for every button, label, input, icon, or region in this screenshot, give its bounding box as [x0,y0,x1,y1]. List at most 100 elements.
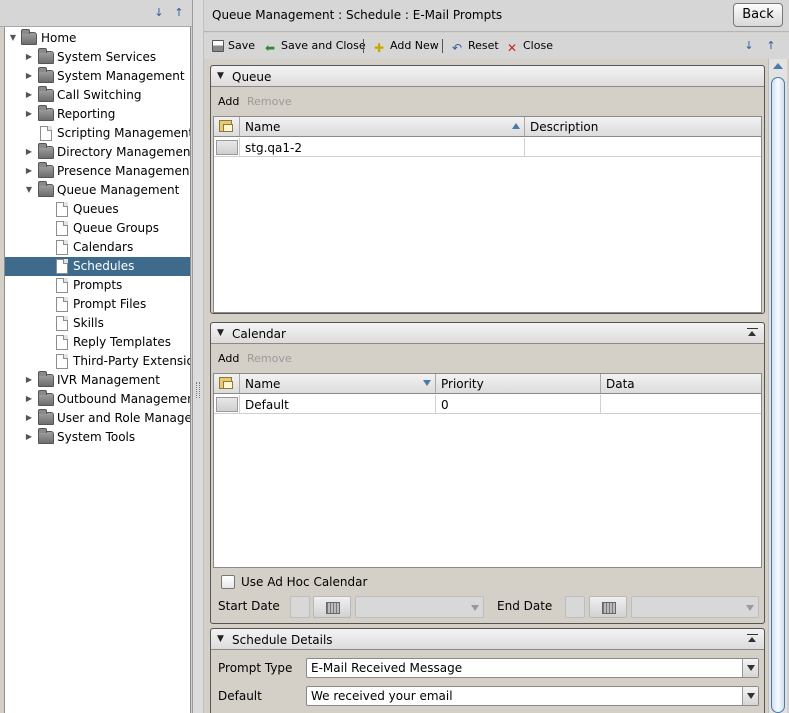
save-and-close-label: Save and Close [281,39,366,52]
calendar-data-cell[interactable] [601,395,761,414]
collapse-all-icon[interactable]: ↑ [172,6,186,20]
row-handle[interactable] [216,397,238,412]
column-header-description[interactable]: Description [525,117,761,136]
row-selector[interactable] [214,138,240,157]
tree-item-label: Reply Templates [73,335,172,349]
scrollbar-thumb[interactable] [771,77,785,713]
table-row[interactable]: stg.qa1-2 [214,138,761,157]
tree-item-user-and-role-management[interactable]: ▶ User and Role Managen [5,409,190,428]
collapse-section-icon[interactable] [747,328,758,338]
tree-item-home[interactable]: ▼ Home [5,29,190,48]
column-header-priority[interactable]: Priority [436,374,601,393]
column-header-name[interactable]: Name [240,117,525,136]
tree-item-system-services[interactable]: ▶ System Services [5,48,190,67]
section-expanded-icon[interactable]: ▼ [217,634,224,644]
queue-remove-link[interactable]: Remove [247,95,292,108]
expand-all-icon[interactable]: ↓ [742,39,756,53]
add-new-button[interactable]: ✚ Add New [372,38,439,55]
section-expanded-icon[interactable]: ▼ [217,71,224,81]
tree-item-system-management[interactable]: ▶ System Management [5,67,190,86]
chevron-down-icon[interactable] [742,659,758,677]
panel-splitter[interactable] [192,0,204,713]
default-prompt-value: We received your email [311,689,453,703]
calendar-section-header[interactable]: ▼ Calendar [211,323,764,344]
queue-name-cell[interactable]: stg.qa1-2 [240,138,525,157]
table-options-icon[interactable] [219,377,233,389]
collapsed-arrow-icon[interactable]: ▶ [24,166,34,176]
select-all-column[interactable] [214,117,240,136]
calendar-name-cell[interactable]: Default [240,395,436,414]
collapsed-arrow-icon[interactable]: ▶ [24,90,34,100]
row-selector[interactable] [214,395,240,414]
schedule-details-header[interactable]: ▼ Schedule Details [211,629,764,650]
section-expanded-icon[interactable]: ▼ [217,328,224,338]
expand-all-icon[interactable]: ↓ [152,6,166,20]
tree-item-queues[interactable]: Queues [5,200,190,219]
collapsed-arrow-icon[interactable]: ▶ [24,413,34,423]
save-button[interactable]: Save [212,38,255,54]
collapsed-arrow-icon[interactable]: ▶ [24,394,34,404]
reset-button[interactable]: ↶ Reset [450,38,499,55]
tree-item-directory-management[interactable]: ▶ Directory Management [5,143,190,162]
tree-item-calendars[interactable]: Calendars [5,238,190,257]
tree-item-reporting[interactable]: ▶ Reporting [5,105,190,124]
queue-description-cell[interactable] [525,138,761,157]
table-row[interactable]: Default 0 [214,395,761,414]
folder-icon [38,67,54,83]
column-header-name[interactable]: Name [240,374,436,393]
collapsed-arrow-icon[interactable]: ▶ [24,109,34,119]
close-button[interactable]: ✕ Close [505,38,553,55]
tree-item-schedules[interactable]: Schedules [5,257,190,276]
tree-item-queue-groups[interactable]: Queue Groups [5,219,190,238]
tree-item-ivr-management[interactable]: ▶ IVR Management [5,371,190,390]
queue-add-link[interactable]: Add [218,95,239,108]
tree-item-prompt-files[interactable]: Prompt Files [5,295,190,314]
collapse-all-icon[interactable]: ↑ [764,39,778,53]
end-date-field[interactable] [565,596,585,618]
calendar-priority-cell[interactable]: 0 [436,395,601,414]
row-handle[interactable] [216,140,238,155]
splitter-grip-icon[interactable] [196,382,200,398]
select-all-column[interactable] [214,374,240,393]
collapsed-arrow-icon[interactable]: ▶ [24,432,34,442]
column-header-data[interactable]: Data [601,374,761,393]
expanded-arrow-icon[interactable]: ▼ [8,33,18,43]
default-prompt-select[interactable]: We received your email [306,686,759,706]
start-date-field[interactable] [290,596,310,618]
tree-item-label: IVR Management [57,373,160,387]
chevron-down-icon[interactable] [742,687,758,705]
tree-item-scripting-management[interactable]: Scripting Management [5,124,190,143]
calendar-remove-link[interactable]: Remove [247,352,292,365]
document-icon [56,221,68,236]
collapsed-arrow-icon[interactable]: ▶ [24,147,34,157]
tree-item-outbound-management[interactable]: ▶ Outbound Management [5,390,190,409]
start-time-select[interactable] [355,596,484,618]
adhoc-calendar-checkbox[interactable] [221,575,235,589]
end-time-select[interactable] [631,596,759,618]
back-button[interactable]: Back [733,3,783,27]
tree-item-skills[interactable]: Skills [5,314,190,333]
collapsed-arrow-icon[interactable]: ▶ [24,52,34,62]
calendar-add-link[interactable]: Add [218,352,239,365]
tree-item-system-tools[interactable]: ▶ System Tools [5,428,190,447]
expanded-arrow-icon[interactable]: ▼ [24,185,34,195]
start-date-calendar-button[interactable] [313,596,351,618]
table-options-icon[interactable] [219,120,233,132]
tree-item-call-switching[interactable]: ▶ Call Switching [5,86,190,105]
tree-item-reply-templates[interactable]: Reply Templates [5,333,190,352]
collapse-section-icon[interactable] [747,634,758,644]
vertical-scrollbar[interactable] [768,59,787,713]
column-label: Name [245,120,281,134]
tree-item-third-party-extension[interactable]: Third-Party Extension [5,352,190,371]
scroll-up-icon[interactable] [773,63,783,69]
prompt-type-select[interactable]: E-Mail Received Message [306,658,759,678]
tree-item-presence-management[interactable]: ▶ Presence Management [5,162,190,181]
close-icon: ✕ [506,41,518,55]
save-and-close-button[interactable]: ⬅ Save and Close [263,38,366,55]
collapsed-arrow-icon[interactable]: ▶ [24,71,34,81]
tree-item-prompts[interactable]: Prompts [5,276,190,295]
end-date-calendar-button[interactable] [589,596,627,618]
collapsed-arrow-icon[interactable]: ▶ [24,375,34,385]
tree-item-queue-management[interactable]: ▼ Queue Management [5,181,190,200]
queue-section-header[interactable]: ▼ Queue [211,66,764,87]
